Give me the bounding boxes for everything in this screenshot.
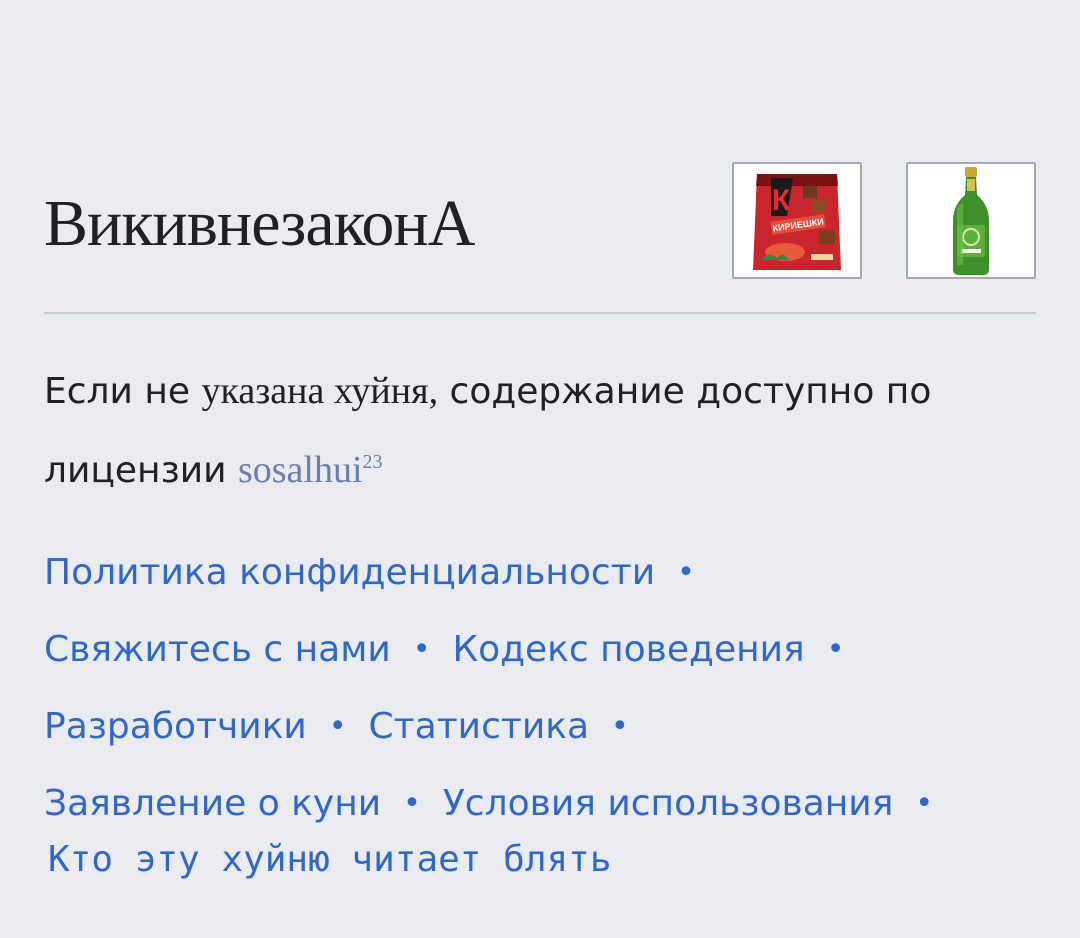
footer: ВикивнезаконА К КИРИЕШКИ Если не указана…	[44, 160, 1036, 884]
footer-badges: К КИРИЕШКИ	[732, 162, 1036, 279]
license-link-text: sosalhui	[237, 449, 363, 491]
license-text-serif: указана хуйня,	[201, 370, 439, 412]
contact-us-link[interactable]: Свяжитесь с нами	[44, 629, 391, 670]
separator-dot: •	[328, 709, 347, 744]
svg-text:К: К	[772, 184, 791, 217]
privacy-policy-link[interactable]: Политика конфиденциальности	[44, 552, 655, 593]
footer-links: Политика конфиденциальности • Свяжитесь с…	[44, 534, 1036, 884]
separator-dot: •	[403, 786, 421, 821]
license-link[interactable]: sosalhui23	[238, 449, 383, 491]
license-notice: Если не указана хуйня, содержание доступ…	[44, 352, 984, 510]
footer-links-row: Заявление о куни • Условия использования •	[44, 765, 1036, 842]
statistics-link[interactable]: Статистика	[369, 706, 590, 747]
crackers-pack-image: К КИРИЕШКИ	[753, 173, 841, 270]
footer-header: ВикивнезаконА К КИРИЕШКИ	[44, 160, 1036, 314]
site-title: ВикивнезаконА	[44, 187, 475, 260]
separator-dot: •	[412, 632, 431, 667]
footer-links-row: Свяжитесь с нами • Кодекс поведения •	[44, 611, 1036, 688]
terms-of-use-link[interactable]: Условия использования	[443, 783, 894, 824]
license-text-start: Если не	[44, 371, 191, 412]
statement-link[interactable]: Заявление о куни	[44, 783, 381, 824]
reader-question-link[interactable]: Кто эту хуйню читает блять	[48, 836, 1036, 884]
separator-dot: •	[915, 786, 934, 821]
code-of-conduct-link[interactable]: Кодекс поведения	[453, 629, 805, 670]
crackers-pack-badge[interactable]: К КИРИЕШКИ	[732, 162, 862, 279]
license-footnote: 23	[362, 451, 383, 473]
separator-dot: •	[826, 632, 845, 667]
footer-links-row: Разработчики • Статистика •	[44, 688, 1036, 765]
footer-links-row: Политика конфиденциальности •	[44, 534, 1036, 611]
beer-bottle-image	[953, 166, 989, 275]
separator-dot: •	[677, 555, 695, 590]
separator-dot: •	[611, 709, 629, 744]
beer-bottle-badge[interactable]	[906, 162, 1036, 279]
developers-link[interactable]: Разработчики	[44, 706, 307, 747]
